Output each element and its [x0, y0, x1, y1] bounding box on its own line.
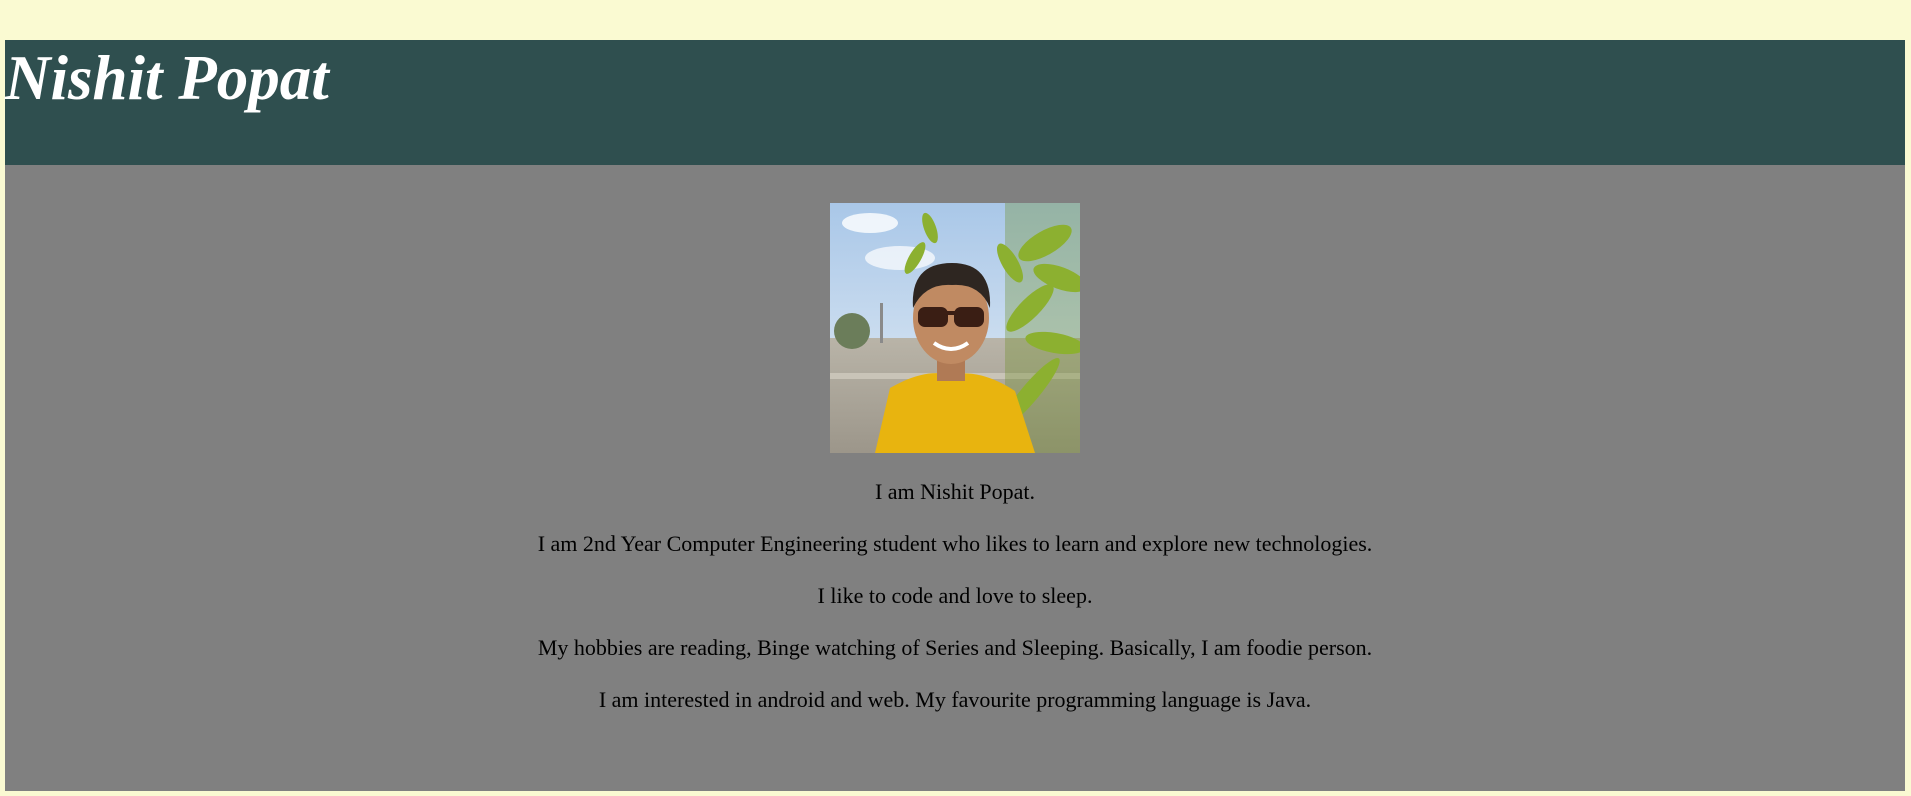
- profile-photo: [830, 203, 1080, 453]
- about-section: I am Nishit Popat. I am 2nd Year Compute…: [5, 165, 1905, 791]
- page-title: Nishit Popat: [5, 43, 329, 113]
- bio-text: I am Nishit Popat. I am 2nd Year Compute…: [5, 481, 1905, 741]
- bio-line-interests: I am interested in android and web. My f…: [598, 687, 1312, 712]
- bio-line-hobbies: My hobbies are reading, Binge watching o…: [537, 635, 1373, 660]
- bio-line-education: I am 2nd Year Computer Engineering stude…: [537, 531, 1373, 556]
- page-header: Nishit Popat: [5, 40, 1905, 165]
- bio-line-likes: I like to code and love to sleep.: [817, 583, 1093, 608]
- bio-line-intro: I am Nishit Popat.: [874, 479, 1036, 504]
